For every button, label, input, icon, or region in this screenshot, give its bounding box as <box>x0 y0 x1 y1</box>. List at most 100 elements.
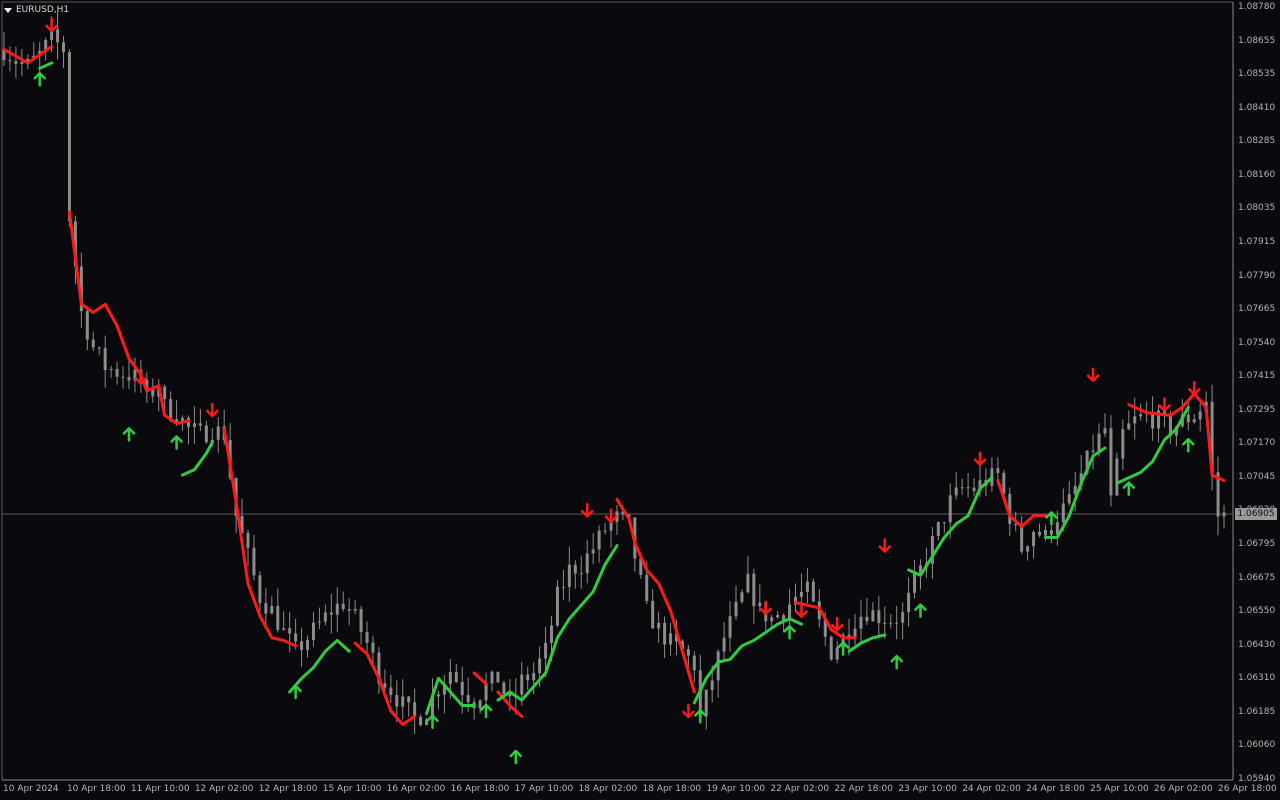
candle-body <box>526 674 530 681</box>
candle-body <box>1186 414 1190 423</box>
price-axis-label: 1.08035 <box>1238 203 1276 214</box>
time-axis-label: 10 Apr 18:00 <box>66 784 126 794</box>
candle <box>740 589 744 605</box>
time-axis-label: 15 Apr 10:00 <box>322 784 382 794</box>
candle <box>14 46 18 79</box>
candle <box>127 359 131 390</box>
candle <box>1032 530 1036 559</box>
candle <box>1133 397 1137 440</box>
candle <box>198 408 202 431</box>
candle-body <box>204 425 208 443</box>
candle <box>561 569 565 601</box>
trend-lines-layer <box>2 45 1226 726</box>
candle <box>115 362 119 385</box>
candle <box>270 596 274 615</box>
candle-body <box>353 609 357 611</box>
price-axis-label: 1.07295 <box>1238 404 1276 415</box>
candle <box>966 472 970 498</box>
candle <box>811 578 815 603</box>
candle <box>526 666 530 690</box>
candle-body <box>490 671 494 684</box>
candle-body <box>198 423 202 426</box>
candle-body <box>889 622 893 624</box>
candle <box>478 698 482 714</box>
candle <box>835 641 839 664</box>
candle <box>663 616 667 659</box>
candle <box>306 635 310 658</box>
candle <box>972 478 976 496</box>
candle <box>91 331 95 352</box>
candle <box>567 546 571 602</box>
candle <box>758 584 762 612</box>
candle-body <box>710 680 714 690</box>
candle-body <box>1198 411 1202 420</box>
buy-arrow-icon <box>836 641 850 656</box>
chart-window[interactable]: EURUSD,H1 1.08780 1.08655 1.08535 1.08410 1.… <box>0 0 1280 800</box>
sell-arrow-icon <box>973 451 987 467</box>
candle-body <box>901 612 905 623</box>
candle-body <box>1127 423 1131 430</box>
candle <box>901 602 905 640</box>
price-axis-label: 1.07790 <box>1238 270 1276 281</box>
candle-body <box>651 600 655 629</box>
candle <box>1049 526 1053 544</box>
candle-body <box>669 633 673 645</box>
candle <box>192 406 196 444</box>
candle <box>591 532 595 565</box>
sell-arrow-icon <box>830 616 844 632</box>
up-trend-line <box>288 638 351 694</box>
candle-body <box>996 468 1000 473</box>
candle <box>585 539 589 584</box>
candle <box>419 714 423 727</box>
candle-body <box>329 612 333 615</box>
candle-body <box>1109 428 1113 496</box>
price-axis-label: 1.08535 <box>1238 69 1276 80</box>
candle-body <box>770 617 774 622</box>
candle-body <box>907 592 911 613</box>
candle-body <box>258 575 262 604</box>
candle <box>323 604 327 626</box>
candle-body <box>484 683 488 701</box>
candle <box>573 560 577 589</box>
candle <box>377 646 381 694</box>
candle-body <box>972 487 976 492</box>
candle-body <box>323 612 327 622</box>
candle <box>889 613 893 629</box>
buy-arrow-icon <box>1122 481 1136 496</box>
candle <box>97 346 101 356</box>
candle-body <box>913 573 917 593</box>
candle-body <box>306 639 310 650</box>
candle-body <box>1121 429 1125 459</box>
sell-arrow-icon <box>878 538 892 553</box>
candle <box>20 49 24 76</box>
symbol-title[interactable]: EURUSD,H1 <box>4 3 69 17</box>
candle-body <box>294 633 298 642</box>
candle-body <box>371 642 375 653</box>
candle-body <box>192 423 196 427</box>
candle-body <box>401 696 405 707</box>
candle <box>109 365 113 378</box>
down-trend-line <box>472 671 488 686</box>
candle <box>359 605 363 645</box>
candle-body <box>657 622 661 629</box>
sell-arrow-icon <box>206 402 219 418</box>
sell-arrow-icon <box>795 603 808 618</box>
candle-body <box>758 602 762 607</box>
time-axis-label: 11 Apr 10:00 <box>130 784 190 794</box>
candle-body <box>335 603 339 615</box>
candle <box>8 46 12 72</box>
candle <box>597 525 601 563</box>
candle <box>913 560 917 599</box>
candle-body <box>567 564 571 587</box>
candle <box>746 555 750 594</box>
candle-body <box>288 628 292 634</box>
chart-menu-arrow-icon[interactable] <box>4 7 12 13</box>
candle-body <box>20 62 24 64</box>
candle <box>960 478 964 495</box>
candle-body <box>805 581 809 592</box>
price-chart[interactable] <box>0 0 1280 800</box>
sell-arrow-icon <box>604 508 618 523</box>
candle <box>62 35 66 69</box>
candle-body <box>692 655 696 671</box>
candle <box>282 611 286 631</box>
